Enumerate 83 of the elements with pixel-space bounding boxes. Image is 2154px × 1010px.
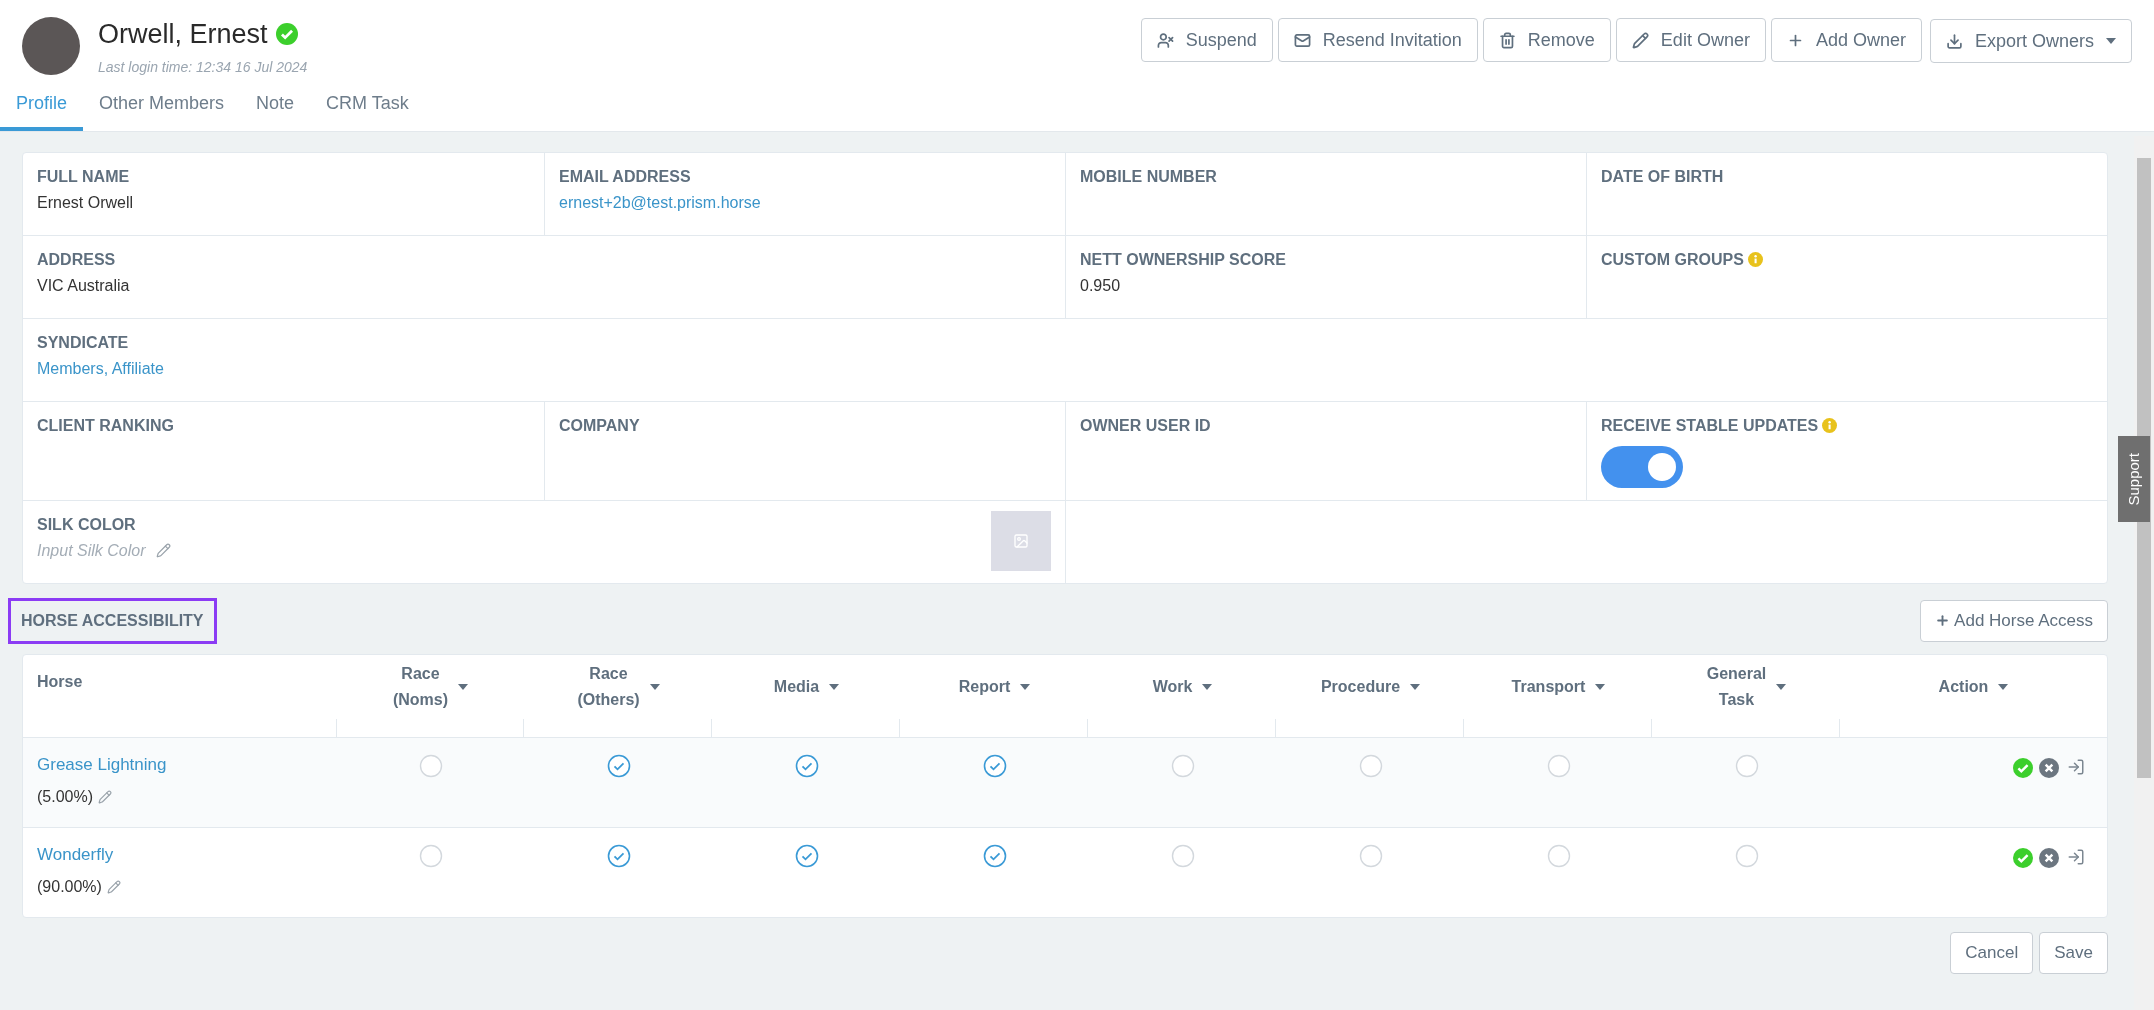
download-icon	[1945, 32, 1963, 50]
field-label: COMPANY	[559, 415, 640, 436]
approve-check-icon[interactable]	[2013, 757, 2033, 778]
field-value: 0.950	[1080, 275, 1121, 296]
toolbar-button[interactable]: Add Owner	[1770, 18, 1922, 62]
sign-in-icon[interactable]	[2067, 757, 2085, 776]
column-header[interactable]: Race (Noms)	[392, 660, 449, 713]
checked-circle-icon[interactable]	[607, 843, 631, 868]
field-label: MOBILE NUMBER	[1080, 166, 1217, 187]
user-x-icon	[1156, 31, 1174, 49]
empty-circle-icon[interactable]	[1171, 753, 1195, 778]
column-header[interactable]: Work	[1152, 673, 1193, 700]
field-label: CUSTOM GROUPS	[1601, 249, 1744, 270]
field-label: NETT OWNERSHIP SCORE	[1080, 249, 1286, 270]
remove-x-icon[interactable]	[2039, 847, 2059, 868]
trash-icon	[1498, 31, 1516, 49]
toolbar-button[interactable]: Resend Invitation	[1277, 18, 1478, 62]
field-label: DATE OF BIRTH	[1601, 166, 1724, 187]
owner-name: Orwell, Ernest	[98, 18, 268, 51]
field-label: SILK COLOR	[37, 514, 136, 535]
plus-icon	[1935, 613, 1951, 628]
toggle-switch[interactable]	[1601, 445, 1683, 488]
checked-circle-icon[interactable]	[607, 753, 631, 778]
field-label: ADDRESS	[37, 249, 116, 270]
footer-button[interactable]: Save	[2039, 931, 2108, 974]
sign-in-icon[interactable]	[2067, 847, 2085, 866]
pencil-icon[interactable]	[155, 543, 171, 558]
last-login-time: Last login time: 12:34 16 Jul 2024	[98, 57, 308, 77]
add-horse-access-button[interactable]: Add Horse Access	[1920, 599, 2108, 642]
empty-circle-icon[interactable]	[1735, 843, 1759, 868]
footer-button[interactable]: Cancel	[1950, 931, 2034, 974]
column-header[interactable]: Transport	[1511, 673, 1586, 700]
empty-circle-icon[interactable]	[419, 843, 443, 868]
empty-circle-icon[interactable]	[1171, 843, 1195, 868]
pencil-icon	[1631, 31, 1649, 49]
column-header[interactable]: General Task	[1706, 660, 1767, 713]
column-header[interactable]: Race (Others)	[577, 660, 640, 713]
section-title: HORSE ACCESSIBILITY	[8, 597, 217, 644]
empty-circle-icon[interactable]	[419, 753, 443, 778]
field-label: EMAIL ADDRESS	[559, 166, 691, 187]
field-value: Ernest Orwell	[37, 192, 134, 213]
empty-circle-icon[interactable]	[1359, 843, 1383, 868]
field-value: VIC Australia	[37, 275, 130, 296]
tab[interactable]: Other Members	[83, 85, 241, 131]
field-link[interactable]: ernest+2b@test.prism.horse	[559, 190, 761, 215]
horse-link[interactable]: Wonderfly	[37, 841, 114, 867]
column-header[interactable]: Media	[773, 673, 820, 700]
field-label: SYNDICATE	[37, 332, 129, 353]
empty-circle-icon[interactable]	[1359, 753, 1383, 778]
field-label: CLIENT RANKING	[37, 415, 174, 436]
support-tab[interactable]: Support	[2118, 436, 2150, 522]
column-header[interactable]: Report	[958, 673, 1011, 700]
field-label: OWNER USER ID	[1080, 415, 1211, 436]
checked-circle-icon[interactable]	[983, 843, 1007, 868]
column-header[interactable]: Action	[1938, 673, 1989, 700]
pencil-icon[interactable]	[106, 880, 121, 894]
image-icon	[1013, 532, 1029, 549]
avatar	[22, 16, 80, 75]
ownership-share: (5.00%)	[37, 787, 94, 807]
checked-circle-icon[interactable]	[795, 843, 819, 868]
toolbar-button[interactable]: Edit Owner	[1615, 18, 1766, 62]
horse-link[interactable]: Grease Lightning	[37, 751, 167, 777]
empty-circle-icon[interactable]	[1735, 753, 1759, 778]
column-header[interactable]: Horse	[37, 668, 83, 695]
approve-check-icon[interactable]	[2013, 847, 2033, 868]
pencil-icon[interactable]	[98, 790, 113, 804]
empty-circle-icon[interactable]	[1547, 843, 1571, 868]
field-link[interactable]: Members, Affiliate	[37, 356, 164, 381]
toolbar-button[interactable]: Suspend	[1140, 18, 1273, 62]
checked-circle-icon[interactable]	[983, 753, 1007, 778]
toolbar-button[interactable]: Remove	[1482, 18, 1611, 62]
envelope-icon	[1293, 31, 1311, 49]
tab[interactable]: CRM Task	[310, 85, 425, 131]
ownership-share: (90.00%)	[37, 877, 102, 897]
checked-circle-icon[interactable]	[795, 753, 819, 778]
empty-circle-icon[interactable]	[1547, 753, 1571, 778]
remove-x-icon[interactable]	[2039, 757, 2059, 778]
field-label: FULL NAME	[37, 166, 130, 187]
tab[interactable]: Profile	[0, 85, 84, 131]
field-label: RECEIVE STABLE UPDATES	[1601, 415, 1819, 436]
tab[interactable]: Note	[240, 85, 311, 131]
toolbar-button[interactable]: Export Owners	[1929, 19, 2132, 63]
column-header[interactable]: Procedure	[1320, 673, 1401, 700]
